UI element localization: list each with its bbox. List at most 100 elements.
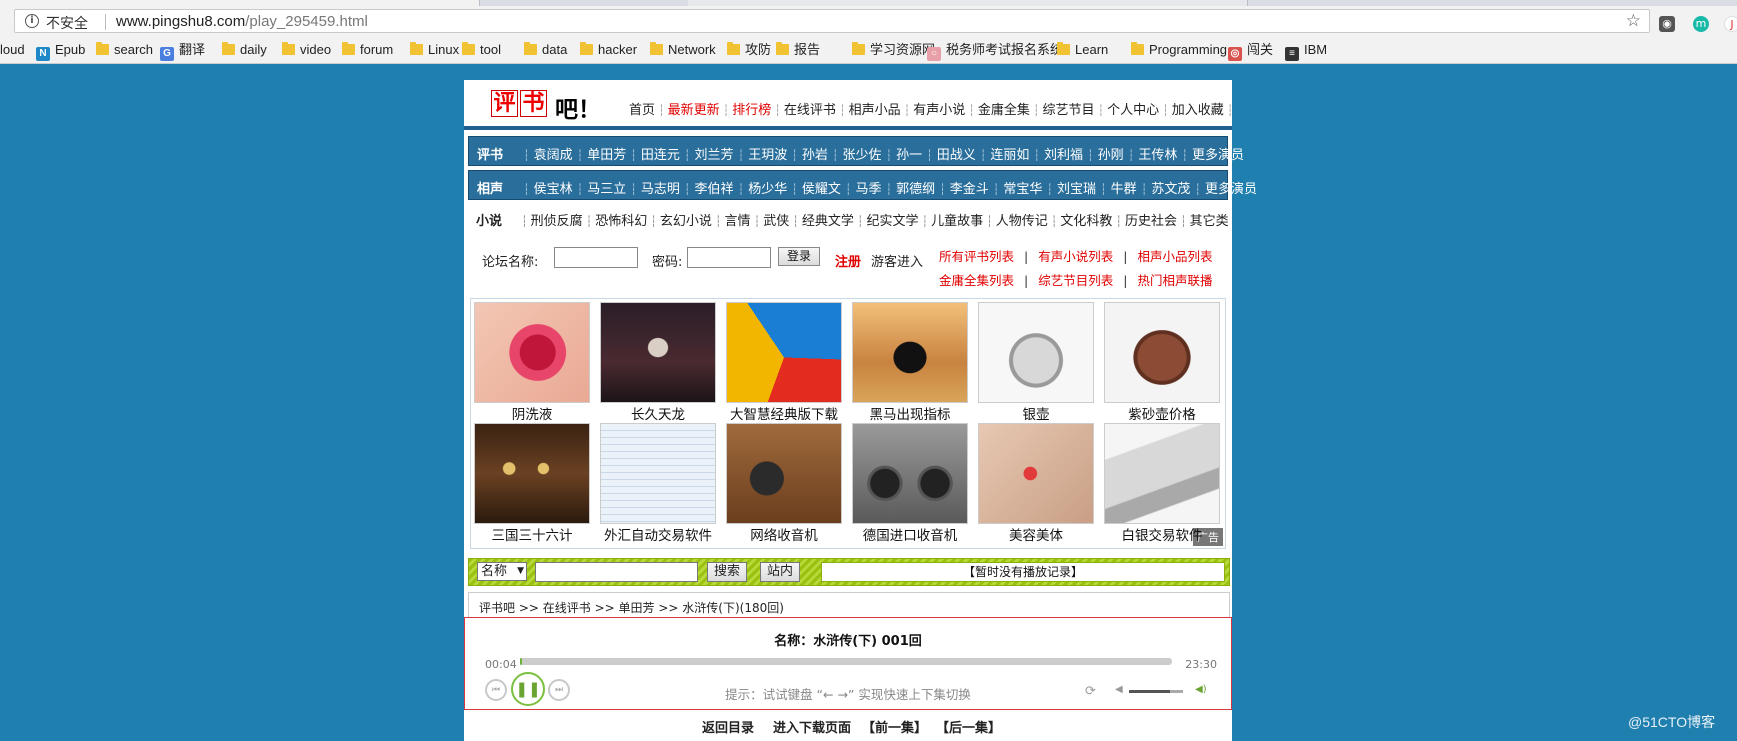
- password-input[interactable]: [687, 247, 771, 268]
- xiangsheng-list-link[interactable]: 相声小品列表: [1137, 249, 1212, 264]
- novel-category-link[interactable]: 刑侦反腐: [531, 214, 583, 229]
- bookmark-item[interactable]: forum: [342, 42, 393, 58]
- forum-name-input[interactable]: [554, 247, 638, 268]
- bookmark-item[interactable]: video: [282, 42, 331, 58]
- url-text[interactable]: www.pingshu8.com/play_295459.html: [116, 13, 368, 30]
- pingshu-performer-link[interactable]: 刘利福: [1044, 148, 1083, 163]
- login-button[interactable]: 登录: [778, 247, 821, 266]
- previous-episode-link[interactable]: 【前一集】: [862, 717, 927, 736]
- xiangsheng-performer-link[interactable]: 马志明: [641, 182, 680, 197]
- novel-category-link[interactable]: 文化科教: [1060, 214, 1112, 229]
- pingshu-performer-link[interactable]: 孙刚: [1098, 148, 1124, 163]
- jinyong-list-link[interactable]: 金庸全集列表: [939, 273, 1014, 288]
- volume-high-icon[interactable]: ◀): [1195, 684, 1207, 695]
- breadcrumb-link[interactable]: 在线评书: [543, 601, 591, 615]
- bookmark-item[interactable]: 攻防: [727, 42, 771, 58]
- xiangsheng-performer-link[interactable]: 牛群: [1111, 182, 1137, 197]
- xiangsheng-performer-link[interactable]: 侯耀文: [802, 182, 841, 197]
- xiangsheng-performer-link[interactable]: 更多演员: [1205, 182, 1257, 197]
- nav-item[interactable]: 在线评书: [784, 103, 836, 118]
- next-episode-link[interactable]: 【后一集】: [936, 717, 1001, 736]
- guest-enter-link[interactable]: 游客进入: [871, 251, 923, 270]
- volume-low-icon[interactable]: ◀: [1115, 684, 1123, 695]
- nav-item[interactable]: 加入收藏: [1172, 103, 1224, 118]
- pingshu-performer-link[interactable]: 连丽如: [990, 148, 1029, 163]
- pingshu-performer-link[interactable]: 王传林: [1138, 148, 1177, 163]
- bookmark-item[interactable]: search: [96, 42, 153, 58]
- xiangsheng-performer-link[interactable]: 常宝华: [1003, 182, 1042, 197]
- address-bar[interactable]: i 不安全 www.pingshu8.com/play_295459.html …: [14, 9, 1650, 33]
- xiangsheng-performer-link[interactable]: 苏文茂: [1151, 182, 1190, 197]
- bookmark-item[interactable]: Network: [650, 42, 716, 58]
- bookmark-item[interactable]: ○ 税务师考试报名系统: [927, 42, 1063, 61]
- pingshu-performer-link[interactable]: 孙岩: [802, 148, 828, 163]
- bookmark-item[interactable]: 报告: [776, 42, 820, 58]
- bookmark-item[interactable]: daily: [222, 42, 267, 58]
- xiangsheng-performer-link[interactable]: 侯宝林: [534, 182, 573, 197]
- nav-item[interactable]: 金庸全集: [978, 103, 1030, 118]
- pingshu-performer-link[interactable]: 孙一: [896, 148, 922, 163]
- pingshu-performer-link[interactable]: 张少佐: [842, 148, 881, 163]
- site-logo[interactable]: 评书吧！: [491, 90, 601, 123]
- bookmark-item[interactable]: Learn: [1057, 42, 1108, 58]
- volume-slider[interactable]: [1129, 690, 1183, 693]
- nav-item[interactable]: 首页: [629, 103, 655, 118]
- all-pingshu-list-link[interactable]: 所有评书列表: [939, 249, 1014, 264]
- variety-list-link[interactable]: 综艺节目列表: [1038, 273, 1113, 288]
- xiangsheng-performer-link[interactable]: 李伯祥: [695, 182, 734, 197]
- progress-bar[interactable]: [520, 658, 1172, 665]
- bookmark-item[interactable]: tool: [462, 42, 501, 58]
- novel-category-link[interactable]: 玄幻小说: [660, 214, 712, 229]
- pingshu-performer-link[interactable]: 单田芳: [587, 148, 626, 163]
- bookmark-item[interactable]: ≡ IBM: [1285, 42, 1327, 61]
- search-input[interactable]: [535, 562, 698, 582]
- extension-m-icon[interactable]: m: [1693, 16, 1709, 32]
- novel-category-link[interactable]: 言情: [725, 214, 751, 229]
- bookmark-star-icon[interactable]: ☆: [1626, 11, 1641, 31]
- novel-category-link[interactable]: 恐怖科幻: [595, 214, 647, 229]
- nav-item[interactable]: 最新更新: [668, 103, 720, 118]
- extension-j-icon[interactable]: J: [1724, 16, 1737, 32]
- novel-category-link[interactable]: 经典文学: [802, 214, 854, 229]
- xiangsheng-performer-link[interactable]: 马季: [855, 182, 881, 197]
- bookmark-item[interactable]: data: [524, 42, 567, 58]
- nav-item[interactable]: 相声小品: [849, 103, 901, 118]
- info-icon[interactable]: i: [25, 14, 39, 28]
- pingshu-performer-link[interactable]: 袁阔成: [534, 148, 573, 163]
- novel-category-link[interactable]: 儿童故事: [931, 214, 983, 229]
- novel-category-link[interactable]: 其它类: [1190, 214, 1229, 229]
- bookmark-item[interactable]: Programming: [1131, 42, 1227, 58]
- pingshu-performer-link[interactable]: 更多演员: [1192, 148, 1244, 163]
- xiangsheng-performer-link[interactable]: 杨少华: [748, 182, 787, 197]
- nav-item[interactable]: 排行榜: [732, 103, 771, 118]
- audio-novel-list-link[interactable]: 有声小说列表: [1038, 249, 1113, 264]
- loop-icon[interactable]: ⟳: [1085, 684, 1096, 699]
- pingshu-performer-link[interactable]: 刘兰芳: [695, 148, 734, 163]
- bookmark-item[interactable]: loud: [0, 42, 25, 58]
- breadcrumb-link[interactable]: 水浒传(下)(180回): [682, 601, 784, 615]
- register-link[interactable]: 注册: [835, 251, 861, 270]
- hot-xiangsheng-link[interactable]: 热门相声联播: [1137, 273, 1212, 288]
- bookmark-item[interactable]: N Epub: [36, 42, 85, 61]
- novel-category-link[interactable]: 历史社会: [1125, 214, 1177, 229]
- bookmark-item[interactable]: 学习资源网: [852, 42, 935, 58]
- bookmark-item[interactable]: hacker: [580, 42, 637, 58]
- novel-category-link[interactable]: 人物传记: [996, 214, 1048, 229]
- back-to-index-link[interactable]: 返回目录: [702, 717, 754, 736]
- xiangsheng-performer-link[interactable]: 马三立: [587, 182, 626, 197]
- site-search-button[interactable]: 站内: [760, 562, 801, 582]
- xiangsheng-performer-link[interactable]: 李金斗: [950, 182, 989, 197]
- nav-item[interactable]: 有声小说: [913, 103, 965, 118]
- download-page-link[interactable]: 进入下载页面: [773, 717, 851, 736]
- novel-category-link[interactable]: 纪实文学: [866, 214, 918, 229]
- bookmark-item[interactable]: Linux: [410, 42, 459, 58]
- pingshu-performer-link[interactable]: 田战义: [937, 148, 976, 163]
- bookmark-item[interactable]: G 翻译: [160, 42, 205, 61]
- nav-item[interactable]: 个人中心: [1107, 103, 1159, 118]
- pingshu-performer-link[interactable]: 王玥波: [748, 148, 787, 163]
- search-type-select[interactable]: 名称 ▼: [477, 562, 527, 581]
- novel-category-link[interactable]: 武侠: [763, 214, 789, 229]
- breadcrumb-link[interactable]: 评书吧: [479, 601, 515, 615]
- search-button[interactable]: 搜索: [707, 562, 748, 582]
- xiangsheng-performer-link[interactable]: 刘宝瑞: [1057, 182, 1096, 197]
